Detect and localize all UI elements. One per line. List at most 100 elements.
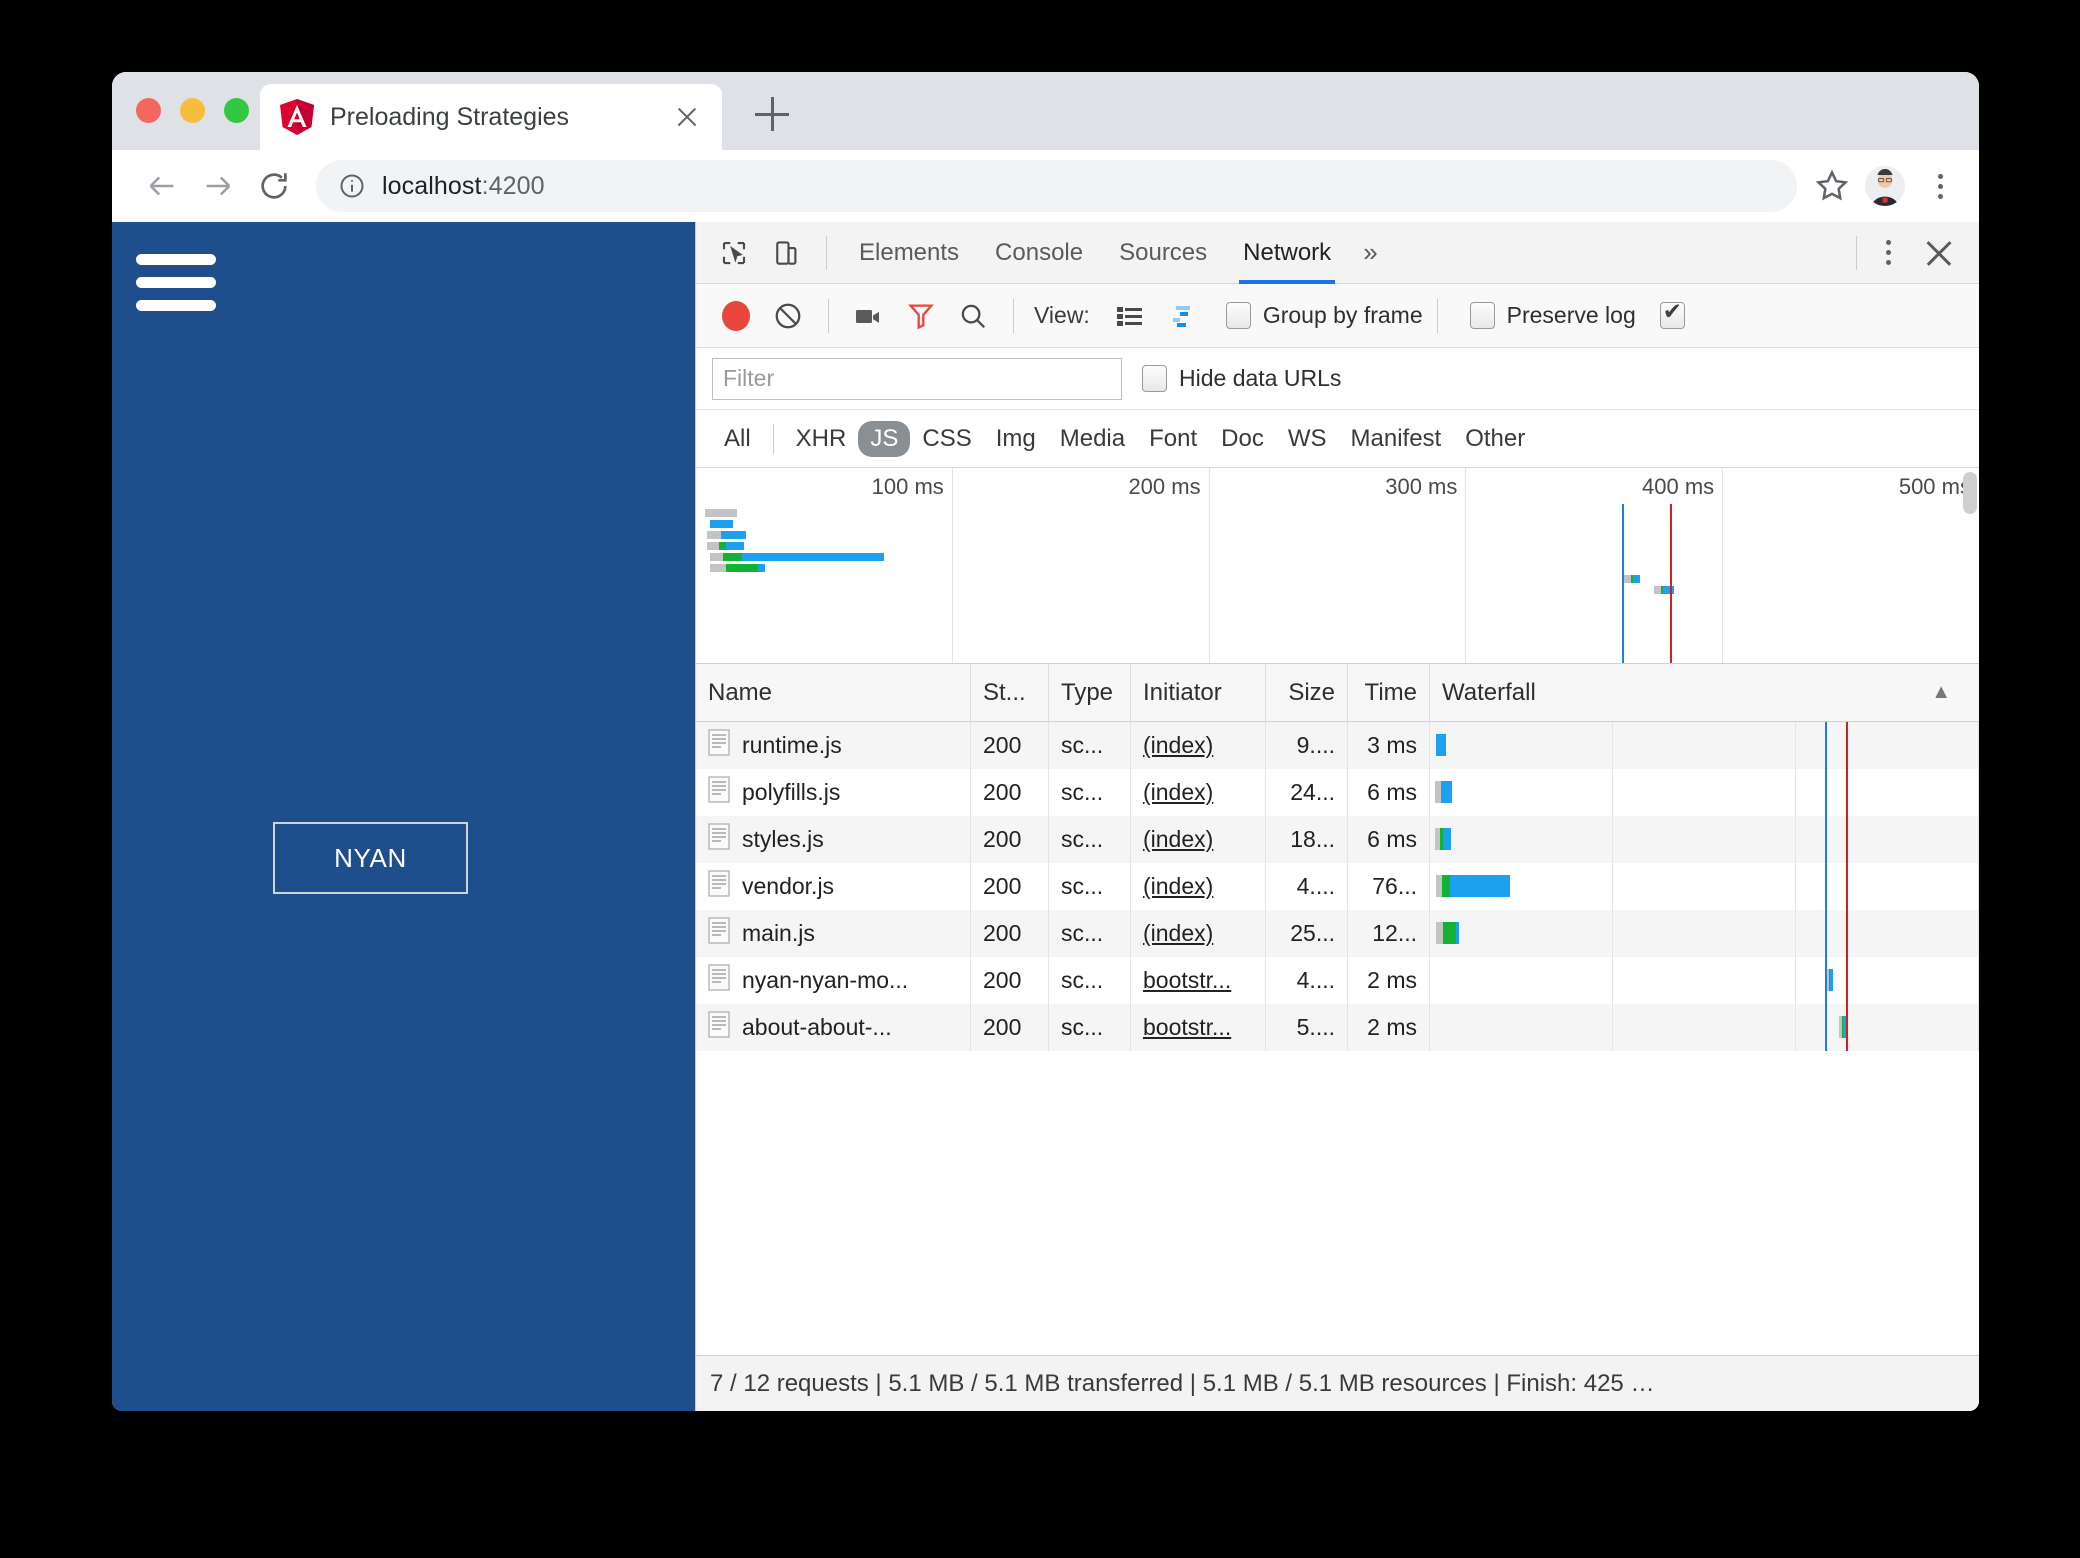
overview-bar-waiting	[725, 564, 758, 572]
hide-data-urls-box[interactable]	[1142, 365, 1167, 392]
info-circle-icon[interactable]	[338, 172, 366, 200]
disable-cache-box[interactable]	[1659, 298, 1685, 329]
tab-network[interactable]: Network	[1225, 222, 1349, 284]
type-filter-font[interactable]: Font	[1137, 421, 1209, 457]
type-filter-css[interactable]: CSS	[910, 421, 983, 457]
type-filter-xhr[interactable]: XHR	[784, 421, 859, 457]
tab-elements[interactable]: Elements	[841, 222, 977, 284]
column-header-status[interactable]: St...	[971, 664, 1049, 721]
column-header-waterfall-label: Waterfall	[1442, 678, 1536, 706]
maximize-window-button[interactable]	[224, 98, 249, 123]
tab-close-icon[interactable]	[670, 100, 704, 134]
type-filter-doc[interactable]: Doc	[1209, 421, 1276, 457]
window-controls[interactable]	[136, 98, 249, 123]
initiator-link[interactable]: (index)	[1143, 732, 1213, 759]
view-label: View:	[1034, 302, 1090, 328]
overview-bar-waiting	[723, 553, 742, 561]
list-view-icon[interactable]	[1104, 290, 1156, 342]
inspect-element-icon[interactable]	[708, 227, 760, 279]
initiator-link[interactable]: bootstr...	[1143, 967, 1231, 994]
browser-tab[interactable]: Preloading Strategies	[260, 84, 722, 150]
table-row[interactable]: main.js 200 sc... (index) 25... 12...	[696, 910, 1979, 957]
device-toolbar-icon[interactable]	[760, 227, 812, 279]
initiator-link[interactable]: (index)	[1143, 779, 1213, 806]
preserve-log-checkbox[interactable]: Preserve log	[1469, 302, 1636, 329]
group-by-frame-box[interactable]	[1225, 302, 1251, 329]
overview-bar-download	[757, 564, 765, 572]
column-header-name[interactable]: Name	[696, 664, 971, 721]
devtools-close-icon[interactable]	[1915, 229, 1963, 277]
cell-time: 2 ms	[1348, 957, 1430, 1004]
minimize-window-button[interactable]	[180, 98, 205, 123]
overview-tick-400: 400 ms	[1642, 474, 1715, 499]
type-filter-all[interactable]: All	[712, 421, 763, 457]
overview-scrollbar[interactable]	[1963, 472, 1977, 514]
cell-time: 6 ms	[1348, 769, 1430, 816]
column-header-initiator[interactable]: Initiator	[1131, 664, 1266, 721]
column-header-waterfall[interactable]: Waterfall ▲	[1430, 664, 1979, 721]
waterfall-load-line	[1845, 957, 1848, 1004]
network-overview-timeline[interactable]: 100 ms 200 ms 300 ms 400 ms 500 ms	[696, 468, 1979, 664]
waterfall-view-icon[interactable]	[1156, 290, 1208, 342]
filter-row: Hide data URLs	[696, 348, 1979, 410]
devtools-tabbar-actions	[1842, 229, 1979, 277]
type-filter-ws[interactable]: WS	[1276, 421, 1339, 457]
tab-sources[interactable]: Sources	[1101, 222, 1225, 284]
record-stop-icon[interactable]	[710, 290, 762, 342]
waterfall-gridlines	[1430, 863, 1978, 910]
table-row[interactable]: about-about-... 200 sc... bootstr... 5.... 2 …	[696, 1004, 1979, 1051]
hide-data-urls-checkbox[interactable]: Hide data URLs	[1142, 365, 1341, 392]
group-by-frame-checkbox[interactable]: Group by frame	[1225, 302, 1423, 329]
waterfall-load-line	[1845, 863, 1848, 910]
overview-bar-download	[709, 520, 733, 528]
cell-status: 200	[971, 957, 1049, 1004]
waterfall-domcontentloaded-line	[1825, 863, 1828, 910]
overview-tick-200: 200 ms	[1128, 474, 1201, 499]
search-icon[interactable]	[947, 290, 999, 342]
initiator-link[interactable]: (index)	[1143, 920, 1213, 947]
preserve-log-box[interactable]	[1469, 302, 1495, 329]
overview-bar-download	[1633, 575, 1640, 583]
address-bar[interactable]: localhost:4200	[316, 160, 1797, 212]
devtools-menu-icon[interactable]	[1871, 240, 1905, 265]
type-filter-other[interactable]: Other	[1453, 421, 1537, 457]
url-host: localhost	[382, 171, 482, 200]
clear-icon[interactable]	[762, 290, 814, 342]
initiator-link[interactable]: bootstr...	[1143, 1014, 1231, 1041]
table-row[interactable]: runtime.js 200 sc... (index) 9.... 3 ms	[696, 722, 1979, 769]
type-filter-js[interactable]: JS	[858, 420, 911, 457]
type-filter-divider	[772, 423, 774, 454]
avatar[interactable]	[1865, 166, 1905, 206]
close-window-button[interactable]	[136, 98, 161, 123]
star-icon[interactable]	[1813, 167, 1851, 205]
camera-icon[interactable]	[843, 290, 895, 342]
url-port: :4200	[481, 171, 545, 200]
table-row[interactable]: vendor.js 200 sc... (index) 4.... 76...	[696, 863, 1979, 910]
new-tab-button[interactable]	[752, 94, 792, 134]
reload-icon[interactable]	[246, 158, 302, 214]
overview-tick-300: 300 ms	[1385, 474, 1458, 499]
filter-funnel-icon[interactable]	[895, 290, 947, 342]
type-filter-img[interactable]: Img	[984, 421, 1048, 457]
tab-console[interactable]: Console	[977, 222, 1101, 284]
column-header-time[interactable]: Time	[1348, 664, 1430, 721]
table-row[interactable]: nyan-nyan-mo... 200 sc... bootstr... 4.... 2 …	[696, 957, 1979, 1004]
browser-menu-icon[interactable]	[1923, 173, 1957, 199]
initiator-link[interactable]: (index)	[1143, 873, 1213, 900]
table-row[interactable]: polyfills.js 200 sc... (index) 24... 6 ms	[696, 769, 1979, 816]
disable-cache-checkbox[interactable]	[1659, 298, 1685, 329]
back-arrow-icon[interactable]	[134, 158, 190, 214]
initiator-link[interactable]: (index)	[1143, 826, 1213, 853]
toolbar-divider	[826, 235, 827, 270]
devtools-panel: Elements Console Sources Network » View:…	[695, 222, 1979, 1411]
type-filter-manifest[interactable]: Manifest	[1339, 421, 1454, 457]
hamburger-menu-icon[interactable]	[136, 254, 216, 311]
table-row[interactable]: styles.js 200 sc... (index) 18... 6 ms	[696, 816, 1979, 863]
nyan-button[interactable]: NYAN	[273, 822, 468, 894]
forward-arrow-icon[interactable]	[190, 158, 246, 214]
type-filter-media[interactable]: Media	[1048, 421, 1137, 457]
filter-input[interactable]	[712, 357, 1122, 400]
more-tabs-icon[interactable]: »	[1349, 237, 1391, 268]
column-header-size[interactable]: Size	[1266, 664, 1348, 721]
column-header-type[interactable]: Type	[1049, 664, 1131, 721]
